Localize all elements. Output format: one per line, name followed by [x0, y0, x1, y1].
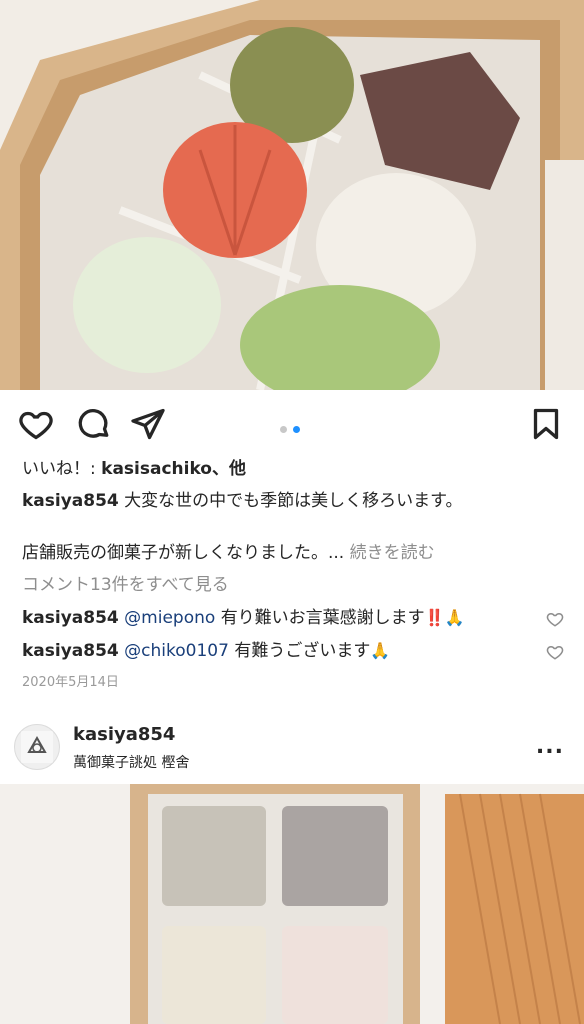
post-date: 2020年5月14日	[22, 675, 119, 690]
bookmark-icon[interactable]	[528, 406, 564, 442]
heart-icon[interactable]	[18, 406, 54, 442]
comment-row: kasiya854 @miepono 有り難いお言葉感謝します‼️🙏	[22, 607, 465, 629]
likes-user[interactable]: kasisachiko	[101, 459, 212, 479]
read-more-link[interactable]: 続きを読む	[350, 543, 435, 563]
comment-mention[interactable]: @miepono	[124, 608, 215, 628]
more-icon[interactable]: ...	[536, 734, 564, 759]
caption-line: kasiya854 大変な世の中でも季節は美しく移ろいます。	[22, 490, 462, 512]
post-photo-wagashi-box[interactable]	[0, 0, 584, 390]
sweets-tray-image	[0, 784, 584, 1024]
avatar[interactable]	[14, 724, 60, 770]
view-all-comments-link[interactable]: コメント13件をすべて見る	[22, 574, 229, 596]
likes-line[interactable]: いいね！: kasisachiko、他	[22, 458, 246, 480]
comment-mention[interactable]: @chiko0107	[124, 641, 229, 661]
post-username[interactable]: kasiya854	[73, 724, 175, 745]
wagashi-box-image	[0, 0, 584, 390]
likes-prefix: いいね！:	[22, 459, 102, 479]
post-location[interactable]: 萬御菓子誂処 樫舍	[73, 752, 189, 772]
caption-text-2: 店舗販売の御菓子が新しくなりました。...	[22, 543, 345, 563]
comment-text: 有難うございます	[234, 641, 371, 661]
carousel-indicator	[280, 418, 306, 433]
comment-username[interactable]: kasiya854	[22, 641, 119, 661]
carousel-dot-active	[293, 426, 300, 433]
comment-heart-icon[interactable]	[546, 610, 564, 628]
carousel-dot	[280, 426, 287, 433]
post-header: kasiya854 萬御菓子誂処 樫舍 ...	[0, 712, 584, 782]
comment-icon[interactable]	[76, 406, 112, 442]
caption-text: 大変な世の中でも季節は美しく移ろいます。	[124, 491, 463, 511]
comment-text: 有り難いお言葉感謝します	[220, 608, 425, 628]
comment-emoji: 🙏	[370, 641, 391, 660]
comment-emoji: ‼️🙏	[424, 608, 465, 627]
caption-username[interactable]: kasiya854	[22, 491, 119, 511]
caption-line-2: 店舗販売の御菓子が新しくなりました。... 続きを読む	[22, 542, 435, 564]
post-photo-sweets-tray[interactable]	[0, 784, 584, 1024]
likes-suffix: 、他	[212, 459, 246, 479]
comment-row: kasiya854 @chiko0107 有難うございます🙏	[22, 640, 390, 662]
comment-username[interactable]: kasiya854	[22, 608, 119, 628]
share-icon[interactable]	[130, 406, 166, 442]
comment-heart-icon[interactable]	[546, 643, 564, 661]
